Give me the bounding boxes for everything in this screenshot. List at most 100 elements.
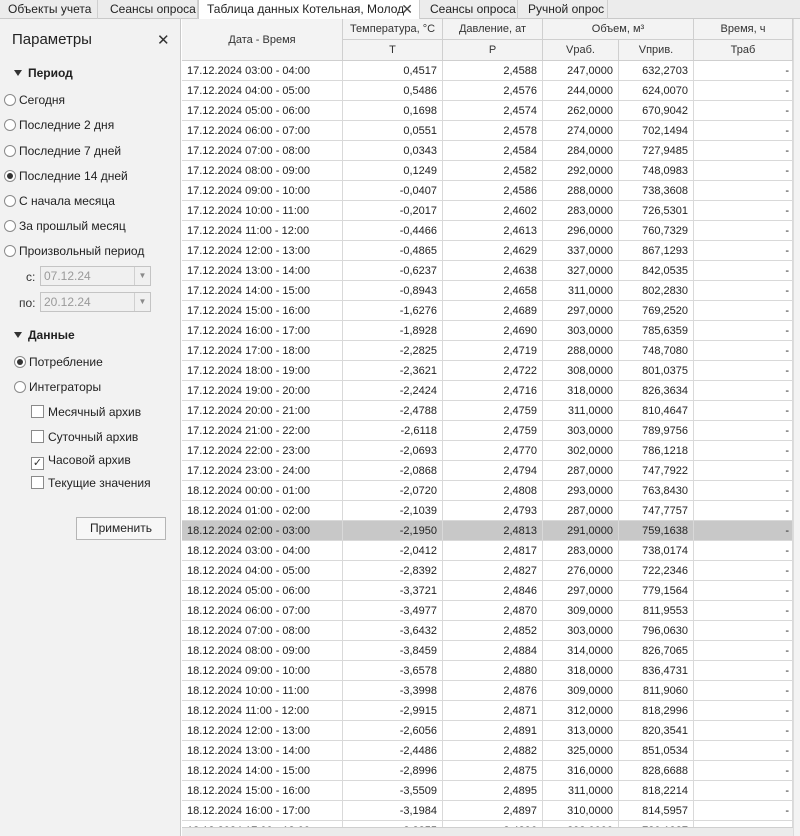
radio-integrators[interactable]: Интеграторы	[14, 379, 101, 395]
table-row[interactable]: 18.12.2024 00:00 - 01:00 -2,0720 2,4808 293…	[182, 481, 800, 501]
tab-objects[interactable]: Объекты учета	[0, 0, 98, 19]
table-row[interactable]: 18.12.2024 13:00 - 14:00 -2,4486 2,4882 325…	[182, 741, 800, 761]
cell-v-work: 318,0000	[543, 381, 619, 401]
radio-custom-period[interactable]: Произвольный период	[4, 243, 144, 259]
checkbox-current-values[interactable]: Текущие значения	[31, 475, 151, 491]
column-header-v-norm[interactable]: Vприв.	[619, 40, 694, 61]
cell-pressure: 2,4689	[443, 301, 543, 321]
radio-last-14-days[interactable]: Последние 14 дней	[4, 168, 128, 184]
table-row[interactable]: 17.12.2024 11:00 - 12:00 -0,4466 2,4613 296…	[182, 221, 800, 241]
checkbox-label: Текущие значения	[48, 476, 151, 490]
tab-data-table[interactable]: Таблица данных Котельная, Молод ✕	[198, 0, 420, 20]
chevron-down-icon[interactable]: ▼	[134, 293, 150, 311]
table-row[interactable]: 18.12.2024 12:00 - 13:00 -2,6056 2,4891 313…	[182, 721, 800, 741]
table-row[interactable]: 18.12.2024 03:00 - 04:00 -2,0412 2,4817 283…	[182, 541, 800, 561]
column-header-datetime[interactable]: Дата - Время	[182, 19, 343, 61]
table-row[interactable]: 18.12.2024 01:00 - 02:00 -2,1039 2,4793 287…	[182, 501, 800, 521]
column-header-v-work[interactable]: Vраб.	[543, 40, 619, 61]
table-row[interactable]: 18.12.2024 14:00 - 15:00 -2,8996 2,4875 316…	[182, 761, 800, 781]
radio-month-start[interactable]: С начала месяца	[4, 193, 115, 209]
checkbox-hourly-archive[interactable]: ✓ Часовой архив	[31, 452, 131, 470]
table-row[interactable]: 17.12.2024 19:00 - 20:00 -2,2424 2,4716 318…	[182, 381, 800, 401]
table-row[interactable]: 17.12.2024 23:00 - 24:00 -2,0868 2,4794 287…	[182, 461, 800, 481]
checkbox-daily-archive[interactable]: Суточный архив	[31, 429, 138, 445]
chevron-down-icon[interactable]: ▼	[134, 267, 150, 285]
table-row[interactable]: 17.12.2024 07:00 - 08:00 0,0343 2,4584 284,…	[182, 141, 800, 161]
apply-button[interactable]: Применить	[76, 517, 166, 540]
cell-v-work: 308,0000	[543, 361, 619, 381]
close-icon[interactable]: ✕	[157, 31, 170, 49]
tab-sessions-2[interactable]: Сеансы опроса	[422, 0, 518, 19]
data-section[interactable]: Данные	[14, 328, 75, 342]
cell-datetime: 17.12.2024 08:00 - 09:00	[182, 161, 343, 181]
table-row[interactable]: 17.12.2024 15:00 - 16:00 -1,6276 2,4689 297…	[182, 301, 800, 321]
cell-v-work: 297,0000	[543, 581, 619, 601]
cell-t-work: -	[694, 721, 793, 741]
to-date-field[interactable]: 20.12.24 ▼	[40, 292, 151, 312]
cell-temperature: -2,0693	[343, 441, 443, 461]
radio-today[interactable]: Сегодня	[4, 92, 65, 108]
tab-manual-poll[interactable]: Ручной опрос	[520, 0, 608, 19]
table-row[interactable]: 18.12.2024 15:00 - 16:00 -3,5509 2,4895 311…	[182, 781, 800, 801]
table-row[interactable]: 17.12.2024 08:00 - 09:00 0,1249 2,4582 292,…	[182, 161, 800, 181]
cell-v-norm: 826,7065	[619, 641, 694, 661]
radio-last-month[interactable]: За прошлый месяц	[4, 218, 126, 234]
cell-temperature: -0,0407	[343, 181, 443, 201]
table-row[interactable]: 18.12.2024 02:00 - 03:00 -2,1950 2,4813 291…	[182, 521, 800, 541]
cell-v-work: 291,0000	[543, 521, 619, 541]
table-row[interactable]: 17.12.2024 12:00 - 13:00 -0,4865 2,4629 337…	[182, 241, 800, 261]
radio-last-2-days[interactable]: Последние 2 дня	[4, 117, 114, 133]
radio-label: Интеграторы	[29, 380, 102, 394]
table-row[interactable]: 17.12.2024 20:00 - 21:00 -2,4788 2,4759 311…	[182, 401, 800, 421]
cell-pressure: 2,4658	[443, 281, 543, 301]
table-row[interactable]: 18.12.2024 10:00 - 11:00 -3,3998 2,4876 309…	[182, 681, 800, 701]
tab-label: Таблица данных Котельная, Молод	[207, 2, 405, 16]
table-row[interactable]: 17.12.2024 10:00 - 11:00 -0,2017 2,4602 283…	[182, 201, 800, 221]
cell-temperature: -3,3998	[343, 681, 443, 701]
table-row[interactable]: 17.12.2024 18:00 - 19:00 -2,3621 2,4722 308…	[182, 361, 800, 381]
column-header-pressure[interactable]: P	[443, 40, 543, 61]
radio-last-7-days[interactable]: Последние 7 дней	[4, 143, 121, 159]
table-row[interactable]: 18.12.2024 16:00 - 17:00 -3,1984 2,4897 310…	[182, 801, 800, 821]
column-group-time: Время, ч	[694, 19, 793, 40]
table-row[interactable]: 17.12.2024 09:00 - 10:00 -0,0407 2,4586 288…	[182, 181, 800, 201]
cell-temperature: 0,5486	[343, 81, 443, 101]
table-row[interactable]: 17.12.2024 22:00 - 23:00 -2,0693 2,4770 302…	[182, 441, 800, 461]
table-row[interactable]: 17.12.2024 13:00 - 14:00 -0,6237 2,4638 327…	[182, 261, 800, 281]
table-row[interactable]: 18.12.2024 11:00 - 12:00 -2,9915 2,4871 312…	[182, 701, 800, 721]
table-row[interactable]: 18.12.2024 04:00 - 05:00 -2,8392 2,4827 276…	[182, 561, 800, 581]
cell-temperature: -2,4486	[343, 741, 443, 761]
period-section[interactable]: Период	[14, 66, 73, 80]
table-row[interactable]: 18.12.2024 07:00 - 08:00 -3,6432 2,4852 303…	[182, 621, 800, 641]
table-row[interactable]: 17.12.2024 21:00 - 22:00 -2,6118 2,4759 303…	[182, 421, 800, 441]
table-row[interactable]: 18.12.2024 05:00 - 06:00 -3,3721 2,4846 297…	[182, 581, 800, 601]
checkbox-monthly-archive[interactable]: Месячный архив	[31, 404, 141, 420]
table-row[interactable]: 17.12.2024 06:00 - 07:00 0,0551 2,4578 274,…	[182, 121, 800, 141]
table-row[interactable]: 17.12.2024 04:00 - 05:00 0,5486 2,4576 244,…	[182, 81, 800, 101]
cell-temperature: -0,2017	[343, 201, 443, 221]
vertical-scrollbar[interactable]	[793, 19, 800, 836]
column-header-temperature[interactable]: T	[343, 40, 443, 61]
table-row[interactable]: 18.12.2024 08:00 - 09:00 -3,8459 2,4884 314…	[182, 641, 800, 661]
radio-consumption[interactable]: Потребление	[14, 354, 103, 370]
from-date-field[interactable]: 07.12.24 ▼	[40, 266, 151, 286]
cell-t-work: -	[694, 601, 793, 621]
column-header-t-work[interactable]: Траб	[694, 40, 793, 61]
cell-temperature: -0,6237	[343, 261, 443, 281]
table-row[interactable]: 17.12.2024 05:00 - 06:00 0,1698 2,4574 262,…	[182, 101, 800, 121]
table-row[interactable]: 18.12.2024 09:00 - 10:00 -3,6578 2,4880 318…	[182, 661, 800, 681]
table-row[interactable]: 17.12.2024 03:00 - 04:00 0,4517 2,4588 247,…	[182, 61, 800, 81]
radio-icon	[4, 245, 16, 257]
table-row[interactable]: 17.12.2024 16:00 - 17:00 -1,8928 2,4690 303…	[182, 321, 800, 341]
table-row[interactable]: 17.12.2024 17:00 - 18:00 -2,2825 2,4719 288…	[182, 341, 800, 361]
cell-pressure: 2,4588	[443, 61, 543, 81]
close-icon[interactable]: ✕	[401, 0, 413, 18]
table-row[interactable]: 17.12.2024 14:00 - 15:00 -0,8943 2,4658 311…	[182, 281, 800, 301]
radio-icon	[4, 220, 16, 232]
cell-datetime: 17.12.2024 22:00 - 23:00	[182, 441, 343, 461]
tab-sessions[interactable]: Сеансы опроса	[102, 0, 198, 19]
cell-v-norm: 722,2346	[619, 561, 694, 581]
table-row[interactable]: 18.12.2024 06:00 - 07:00 -3,4977 2,4870 309…	[182, 601, 800, 621]
cell-temperature: 0,1249	[343, 161, 443, 181]
cell-v-norm: 814,5957	[619, 801, 694, 821]
